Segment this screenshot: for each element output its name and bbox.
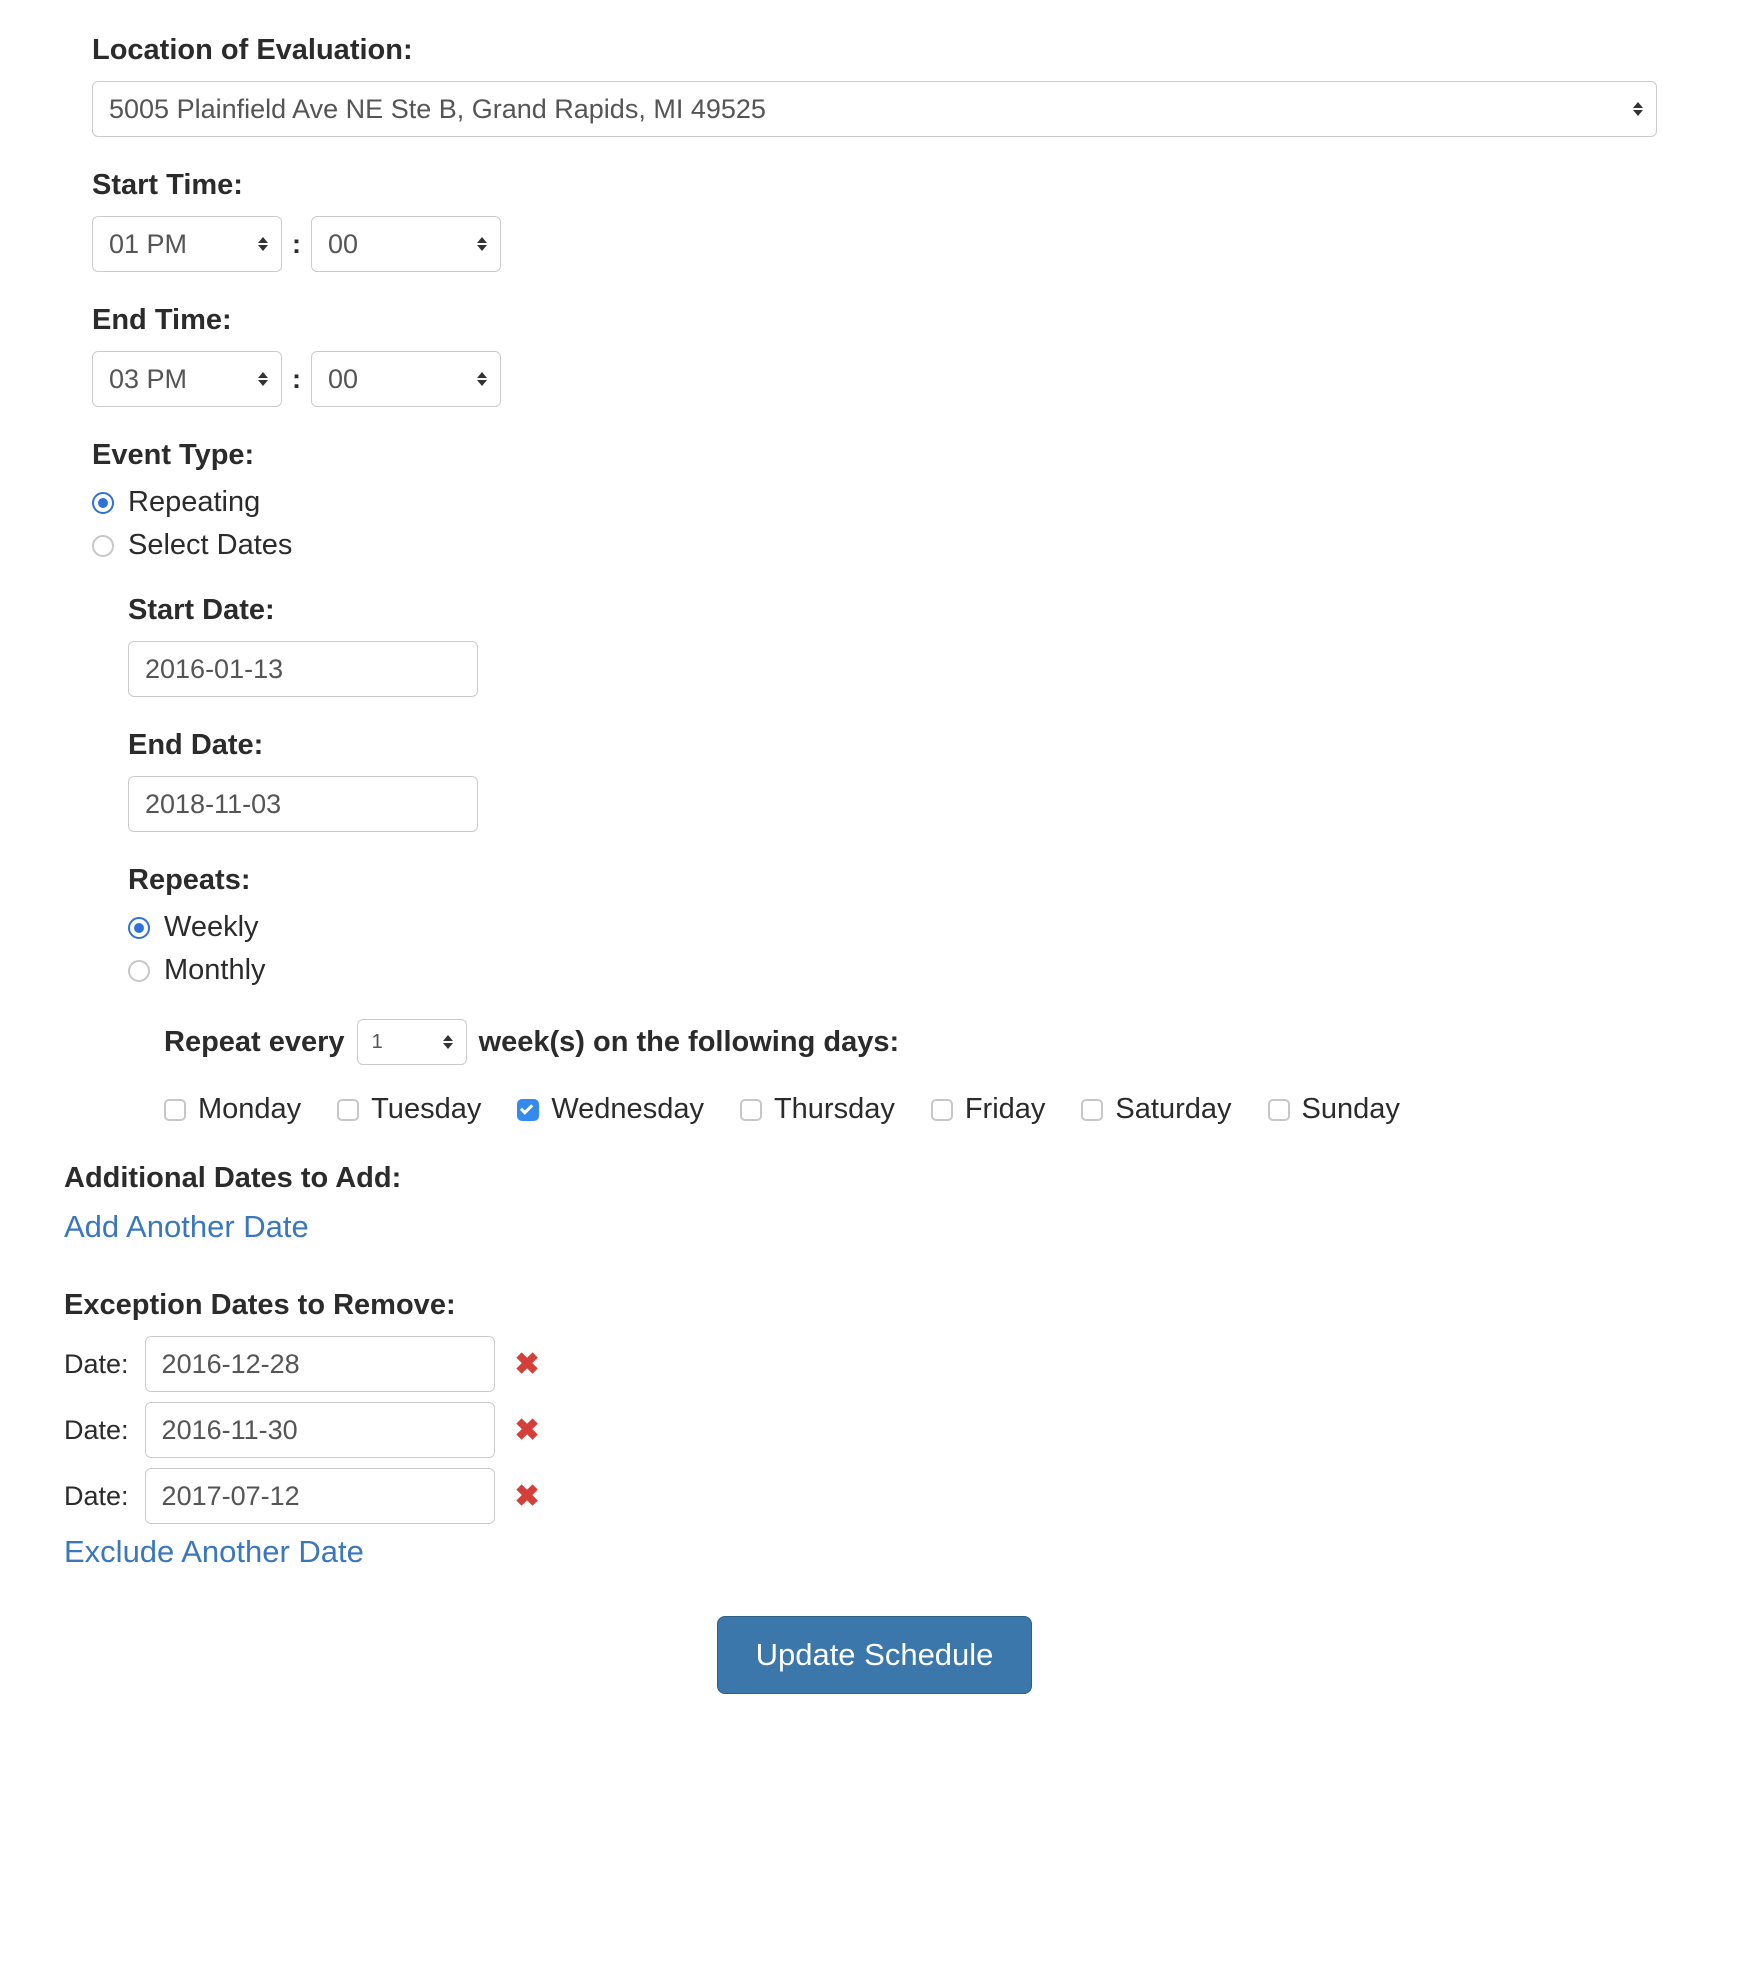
exception-date-row-label: Date: [64, 1415, 129, 1446]
event-type-select-dates-radio[interactable] [92, 535, 114, 557]
end-time-label: End Time: [92, 304, 1657, 337]
end-hour-wrap: 03 PM [92, 351, 282, 407]
repeats-label: Repeats: [128, 864, 1657, 897]
day-thursday-label: Thursday [774, 1093, 895, 1126]
event-type-label: Event Type: [92, 439, 1657, 472]
end-hour-select[interactable]: 03 PM [92, 351, 282, 407]
location-label: Location of Evaluation: [92, 34, 1657, 67]
exception-row: Date: ✖ [64, 1402, 1657, 1458]
repeats-weekly-text: Weekly [164, 911, 259, 944]
day-saturday-label: Saturday [1115, 1093, 1231, 1126]
exception-date-row-label: Date: [64, 1481, 129, 1512]
start-date-label: Start Date: [128, 594, 1657, 627]
exception-row: Date: ✖ [64, 1468, 1657, 1524]
exception-row: Date: ✖ [64, 1336, 1657, 1392]
day-saturday-checkbox[interactable] [1081, 1099, 1103, 1121]
day-sunday-label: Sunday [1302, 1093, 1400, 1126]
update-schedule-button[interactable]: Update Schedule [717, 1616, 1033, 1694]
exception-dates-label: Exception Dates to Remove: [64, 1289, 1657, 1322]
add-another-date-link[interactable]: Add Another Date [64, 1209, 1657, 1245]
start-minute-wrap: 00 [311, 216, 501, 272]
event-type-repeating-radio[interactable] [92, 492, 114, 514]
event-type-select-dates-text: Select Dates [128, 529, 292, 562]
start-hour-wrap: 01 PM [92, 216, 282, 272]
repeats-monthly-radio[interactable] [128, 960, 150, 982]
day-monday-checkbox[interactable] [164, 1099, 186, 1121]
exclude-another-date-link[interactable]: Exclude Another Date [64, 1534, 1657, 1570]
day-wednesday-checkbox[interactable] [517, 1099, 539, 1121]
day-tuesday-checkbox[interactable] [337, 1099, 359, 1121]
end-date-label: End Date: [128, 729, 1657, 762]
exception-date-input[interactable] [145, 1468, 495, 1524]
day-wednesday-label: Wednesday [551, 1093, 704, 1126]
exception-date-input[interactable] [145, 1402, 495, 1458]
repeats-weekly-radio[interactable] [128, 917, 150, 939]
end-minute-wrap: 00 [311, 351, 501, 407]
start-time-label: Start Time: [92, 169, 1657, 202]
day-friday-label: Friday [965, 1093, 1046, 1126]
time-colon: : [292, 364, 301, 395]
repeat-every-prefix: Repeat every [164, 1026, 345, 1059]
location-select[interactable]: 5005 Plainfield Ave NE Ste B, Grand Rapi… [92, 81, 1657, 137]
start-date-input[interactable] [128, 641, 478, 697]
end-minute-select[interactable]: 00 [311, 351, 501, 407]
repeat-every-suffix: week(s) on the following days: [479, 1026, 900, 1059]
end-date-input[interactable] [128, 776, 478, 832]
repeat-every-select[interactable]: 1 [357, 1019, 467, 1065]
start-hour-select[interactable]: 01 PM [92, 216, 282, 272]
day-thursday-checkbox[interactable] [740, 1099, 762, 1121]
additional-dates-label: Additional Dates to Add: [64, 1162, 1657, 1195]
remove-date-icon[interactable]: ✖ [515, 1479, 540, 1514]
day-sunday-checkbox[interactable] [1268, 1099, 1290, 1121]
day-friday-checkbox[interactable] [931, 1099, 953, 1121]
repeats-monthly-text: Monthly [164, 954, 266, 987]
exception-date-row-label: Date: [64, 1349, 129, 1380]
remove-date-icon[interactable]: ✖ [515, 1347, 540, 1382]
location-select-wrap: 5005 Plainfield Ave NE Ste B, Grand Rapi… [92, 81, 1657, 137]
repeat-every-wrap: 1 [357, 1019, 467, 1065]
exception-date-input[interactable] [145, 1336, 495, 1392]
day-monday-label: Monday [198, 1093, 301, 1126]
day-tuesday-label: Tuesday [371, 1093, 481, 1126]
start-minute-select[interactable]: 00 [311, 216, 501, 272]
remove-date-icon[interactable]: ✖ [515, 1413, 540, 1448]
time-colon: : [292, 229, 301, 260]
event-type-repeating-text: Repeating [128, 486, 260, 519]
